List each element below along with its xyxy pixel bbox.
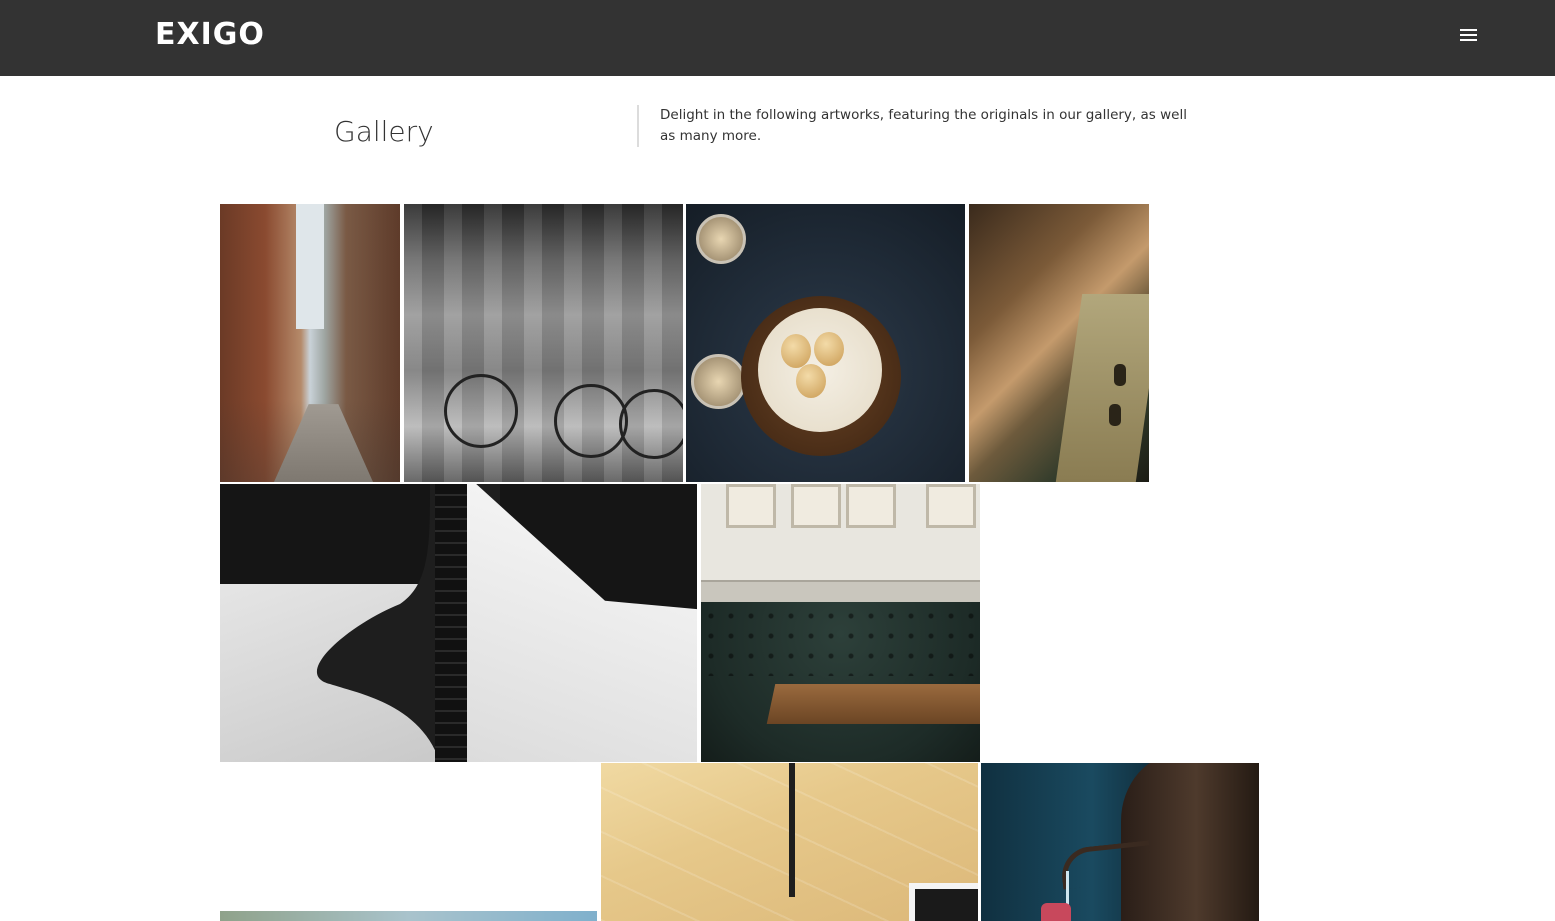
gallery-item-radio[interactable] <box>969 204 1149 482</box>
photo-detail <box>1109 404 1121 426</box>
photo-detail <box>295 204 325 330</box>
photo-detail <box>1041 903 1071 921</box>
menu-bar-line <box>1460 29 1477 31</box>
gallery-item-kettle[interactable] <box>981 763 1259 921</box>
site-logo[interactable]: EXIGO <box>155 17 265 53</box>
photo-detail <box>791 484 841 528</box>
photo-detail <box>814 332 844 366</box>
photo-detail <box>274 404 373 482</box>
photo-detail <box>726 484 776 528</box>
gallery-item-dessert[interactable] <box>686 204 965 482</box>
photo-detail <box>909 883 978 921</box>
photo-detail <box>1114 364 1126 386</box>
gallery-item-landscape[interactable] <box>220 911 597 921</box>
photo-detail <box>766 684 980 724</box>
intro-text: Delight in the following artworks, featu… <box>660 107 1187 144</box>
gallery-item-alley[interactable] <box>220 204 400 482</box>
photo-detail <box>444 374 518 448</box>
photo-detail <box>696 214 746 264</box>
photo-detail <box>435 484 467 762</box>
gallery-item-wall[interactable] <box>601 763 978 921</box>
photo-detail <box>781 334 811 368</box>
menu-bar-line <box>1460 34 1477 36</box>
gallery-item-cyclists[interactable] <box>404 204 683 482</box>
top-navigation-bar: EXIGO <box>0 0 1555 76</box>
photo-detail <box>467 484 697 762</box>
title-divider <box>637 105 639 147</box>
hamburger-menu-icon[interactable] <box>1456 24 1482 48</box>
gallery-item-cafe[interactable] <box>701 484 980 762</box>
photo-detail <box>846 484 896 528</box>
photo-detail <box>701 606 980 676</box>
photo-detail <box>691 354 746 409</box>
gallery-item-architecture[interactable] <box>220 484 697 762</box>
photo-detail <box>789 763 795 897</box>
photo-detail <box>554 384 628 458</box>
photo-detail <box>619 389 683 459</box>
photo-detail <box>1055 294 1149 482</box>
photo-detail <box>796 364 826 398</box>
menu-bar-line <box>1460 39 1477 41</box>
photo-detail <box>926 484 976 528</box>
page-title: Gallery <box>334 115 434 148</box>
